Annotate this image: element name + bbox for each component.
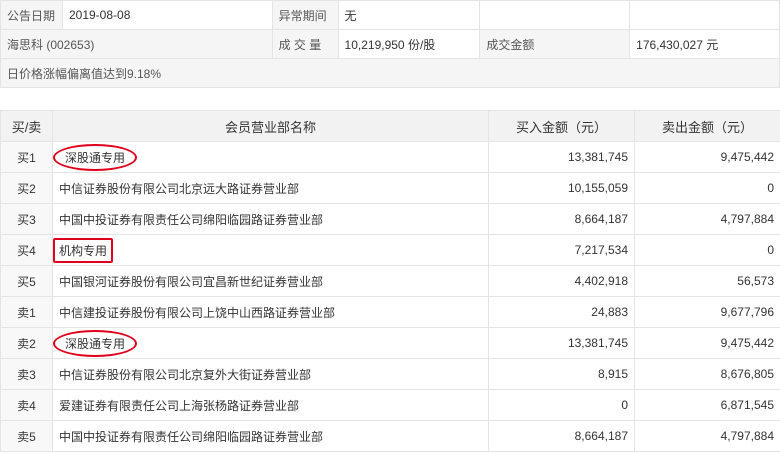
broker-cell: 中国中投证券有限责任公司绵阳临园路证券营业部 (52, 203, 489, 235)
info-row-volume: 海思科 (002653) 成 交 量 10,219,950 份/股 成交金额 1… (0, 29, 780, 59)
side-cell: 卖1 (0, 296, 53, 328)
stock-name: 海思科 (002653) (0, 29, 273, 59)
column-header-buy-amount: 买入金额（元） (488, 110, 635, 142)
sell-amount-cell: 0 (634, 172, 780, 204)
side-cell: 买3 (0, 203, 53, 235)
buy-amount-cell: 10,155,059 (488, 172, 635, 204)
broker-trades-table: 买/卖 会员营业部名称 买入金额（元） 卖出金额（元） 买1 深股通专用 13,… (0, 110, 780, 452)
info-row-reason: 日价格涨幅偏离值达到9.18% (0, 58, 780, 88)
table-row: 卖1 中信建投证券股份有限公司上饶中山西路证券营业部 24,883 9,677,… (0, 296, 780, 328)
empty-cell (629, 0, 780, 30)
broker-cell: 机构专用 (52, 234, 489, 266)
side-cell: 买5 (0, 265, 53, 297)
amount-value: 176,430,027 元 (629, 29, 780, 59)
empty-cell (479, 0, 631, 30)
highlight-rect: 机构专用 (53, 237, 114, 263)
date-value: 2019-08-08 (61, 0, 273, 30)
announcement-info-table: 公告日期 2019-08-08 异常期间 无 海思科 (002653) 成 交 … (0, 0, 780, 88)
side-cell: 买4 (0, 234, 53, 266)
sell-amount-cell: 8,676,805 (634, 358, 780, 390)
period-value: 无 (337, 0, 481, 30)
table-row: 买1 深股通专用 13,381,745 9,475,442 (0, 141, 780, 173)
table-row: 卖2 深股通专用 13,381,745 9,475,442 (0, 327, 780, 359)
broker-cell: 深股通专用 (52, 327, 489, 359)
table-row: 卖4 爱建证券有限责任公司上海张杨路证券营业部 0 6,871,545 (0, 389, 780, 421)
side-cell: 卖5 (0, 420, 53, 452)
info-row-date: 公告日期 2019-08-08 异常期间 无 (0, 0, 780, 30)
sell-amount-cell: 9,475,442 (634, 327, 780, 359)
side-cell: 买1 (0, 141, 53, 173)
broker-cell: 中国中投证券有限责任公司绵阳临园路证券营业部 (52, 420, 489, 452)
column-header-sell-amount: 卖出金额（元） (634, 110, 780, 142)
table-header-row: 买/卖 会员营业部名称 买入金额（元） 卖出金额（元） (0, 110, 780, 142)
date-label: 公告日期 (0, 0, 63, 30)
sell-amount-cell: 0 (634, 234, 780, 266)
broker-cell: 中信建投证券股份有限公司上饶中山西路证券营业部 (52, 296, 489, 328)
broker-cell: 深股通专用 (52, 141, 489, 173)
table-row: 买3 中国中投证券有限责任公司绵阳临园路证券营业部 8,664,187 4,79… (0, 203, 780, 235)
buy-amount-cell: 13,381,745 (488, 327, 635, 359)
column-header-side: 买/卖 (0, 110, 53, 142)
side-cell: 买2 (0, 172, 53, 204)
table-row: 买2 中信证券股份有限公司北京远大路证券营业部 10,155,059 0 (0, 172, 780, 204)
sell-amount-cell: 4,797,884 (634, 203, 780, 235)
highlight-oval: 深股通专用 (53, 143, 138, 171)
side-cell: 卖2 (0, 327, 53, 359)
volume-label: 成 交 量 (271, 29, 339, 59)
broker-cell: 爱建证券有限责任公司上海张杨路证券营业部 (52, 389, 489, 421)
sell-amount-cell: 6,871,545 (634, 389, 780, 421)
table-row: 卖5 中国中投证券有限责任公司绵阳临园路证券营业部 8,664,187 4,79… (0, 420, 780, 452)
broker-cell: 中国银河证券股份有限公司宜昌新世纪证券营业部 (52, 265, 489, 297)
period-label: 异常期间 (271, 0, 339, 30)
amount-label: 成交金额 (479, 29, 631, 59)
buy-amount-cell: 7,217,534 (488, 234, 635, 266)
sell-amount-cell: 56,573 (634, 265, 780, 297)
abnormal-reason: 日价格涨幅偏离值达到9.18% (0, 58, 780, 88)
buy-amount-cell: 8,915 (488, 358, 635, 390)
broker-cell: 中信证券股份有限公司北京远大路证券营业部 (52, 172, 489, 204)
table-row: 卖3 中信证券股份有限公司北京复外大街证券营业部 8,915 8,676,805 (0, 358, 780, 390)
table-row: 买5 中国银河证券股份有限公司宜昌新世纪证券营业部 4,402,918 56,5… (0, 265, 780, 297)
column-header-broker: 会员营业部名称 (52, 110, 489, 142)
buy-amount-cell: 24,883 (488, 296, 635, 328)
highlight-oval: 深股通专用 (53, 329, 138, 357)
buy-amount-cell: 13,381,745 (488, 141, 635, 173)
side-cell: 卖3 (0, 358, 53, 390)
sell-amount-cell: 4,797,884 (634, 420, 780, 452)
side-cell: 卖4 (0, 389, 53, 421)
buy-amount-cell: 4,402,918 (488, 265, 635, 297)
sell-amount-cell: 9,677,796 (634, 296, 780, 328)
buy-amount-cell: 0 (488, 389, 635, 421)
buy-amount-cell: 8,664,187 (488, 420, 635, 452)
table-row: 买4 机构专用 7,217,534 0 (0, 234, 780, 266)
broker-cell: 中信证券股份有限公司北京复外大街证券营业部 (52, 358, 489, 390)
volume-value: 10,219,950 份/股 (337, 29, 481, 59)
buy-amount-cell: 8,664,187 (488, 203, 635, 235)
sell-amount-cell: 9,475,442 (634, 141, 780, 173)
